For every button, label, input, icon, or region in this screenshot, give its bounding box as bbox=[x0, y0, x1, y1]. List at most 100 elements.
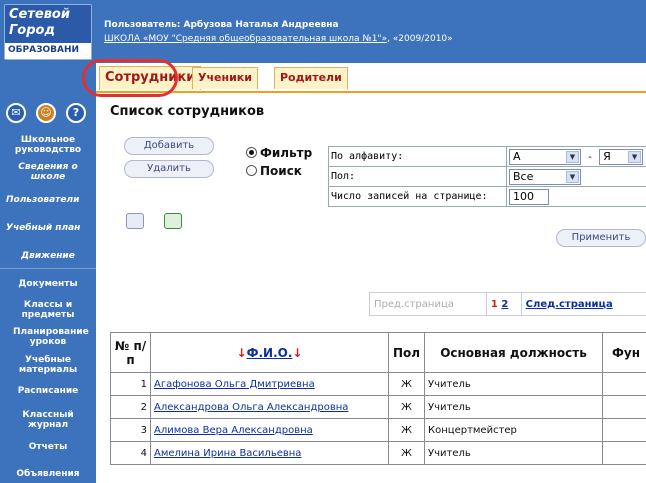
chevron-down-icon: ▼ bbox=[566, 170, 579, 183]
col-num-header: № п/п bbox=[110, 332, 151, 373]
sex-value: Все bbox=[513, 169, 534, 183]
selected-tab-highlight bbox=[82, 59, 178, 97]
sidebar-item-documents[interactable]: Документы bbox=[0, 279, 96, 289]
table-row: 3 Алимова Вера Александровна Ж Концертмейст… bbox=[110, 418, 646, 442]
table-row: 2 Александрова Ольга Александровна Ж Учител… bbox=[110, 395, 646, 419]
col-func-header: Фун bbox=[602, 332, 646, 373]
sidebar-item-movement[interactable]: Движение bbox=[0, 251, 96, 261]
sidebar-item-materials[interactable]: Учебные материалы bbox=[0, 355, 96, 375]
chevron-down-icon: ▼ bbox=[566, 150, 579, 163]
sidebar-item-planning[interactable]: Планирование уроков bbox=[0, 327, 96, 347]
row-num: 2 bbox=[110, 395, 151, 419]
filter-table: По алфавиту: А ▼ - Я ▼ Пол: Все ▼ Число зап… bbox=[328, 146, 646, 207]
apply-button[interactable]: Применить bbox=[556, 229, 646, 247]
mail-icon[interactable]: ✉ bbox=[6, 103, 26, 123]
delete-button[interactable]: Удалить bbox=[124, 160, 214, 178]
sidebar-item-label: Планирование уроков bbox=[13, 327, 89, 347]
pager: Пред.страница 1 2 След.страница bbox=[369, 292, 646, 316]
print-icon[interactable] bbox=[126, 213, 144, 229]
sidebar-item-label: Объявления bbox=[16, 469, 80, 479]
sidebar-divider bbox=[0, 268, 96, 269]
sidebar-item-users[interactable]: Пользователи bbox=[0, 195, 96, 205]
sex-select[interactable]: Все ▼ bbox=[509, 168, 581, 185]
sidebar-item-label: Пользователи bbox=[6, 195, 80, 205]
row-sex: Ж bbox=[388, 418, 425, 442]
logo-line-1: Сетевой bbox=[9, 7, 70, 22]
school-year: , «2009/2010» bbox=[387, 34, 453, 44]
radio-empty-icon bbox=[246, 165, 257, 176]
sidebar-item-reports[interactable]: Отчеты bbox=[0, 442, 96, 452]
row-name: Алимова Вера Александровна bbox=[150, 418, 389, 442]
user-name: Пользователь: Арбузова Наталья Андреевна bbox=[104, 20, 339, 30]
row-func bbox=[602, 418, 646, 442]
next-page-link[interactable]: След.страница bbox=[526, 299, 613, 310]
tab-students[interactable]: Ученики bbox=[192, 67, 258, 89]
employee-name-link[interactable]: Амелина Ирина Васильевна bbox=[154, 448, 301, 459]
alpha-filter-cell: А ▼ - Я ▼ bbox=[506, 146, 646, 167]
page-numbers: 1 2 bbox=[485, 292, 522, 316]
row-position: Концертмейстер bbox=[424, 418, 603, 442]
col-position-header: Основная должность bbox=[424, 332, 603, 373]
excel-icon[interactable] bbox=[164, 213, 182, 229]
sex-filter-label: Пол: bbox=[328, 166, 507, 187]
row-name: Агафонова Ольга Дмитриевна bbox=[150, 372, 389, 396]
logo-line-2: Город bbox=[9, 23, 55, 38]
alpha-to-select[interactable]: Я ▼ bbox=[599, 148, 644, 165]
forum-icon[interactable]: ☺ bbox=[36, 103, 56, 123]
sort-arrow-icon: ↓ bbox=[236, 345, 247, 360]
table-row: 4 Амелина Ирина Васильевна Ж Учитель bbox=[110, 441, 646, 465]
alpha-to-value: Я bbox=[603, 149, 611, 163]
employee-name-link[interactable]: Алимова Вера Александровна bbox=[154, 425, 313, 436]
prev-page-link: Пред.страница bbox=[369, 292, 487, 316]
page-title: Список сотрудников bbox=[110, 104, 265, 119]
sidebar-item-announcements[interactable]: Объявления bbox=[0, 469, 96, 479]
sidebar-item-journal[interactable]: Классный журнал bbox=[0, 410, 96, 430]
row-position: Учитель bbox=[424, 395, 603, 419]
per-page-label: Число записей на странице: bbox=[328, 186, 507, 207]
tab-parents[interactable]: Родители bbox=[274, 67, 348, 89]
row-func bbox=[602, 441, 646, 465]
sidebar-item-school-info[interactable]: Сведения о школе bbox=[0, 162, 96, 182]
search-radio[interactable]: Поиск bbox=[246, 164, 302, 178]
filter-radio-label: Фильтр bbox=[260, 146, 313, 160]
staff-table: № п/п ↓Ф.И.О.↓ Пол Основная должность Фу… bbox=[110, 332, 646, 465]
next-page-cell: След.страница bbox=[520, 292, 646, 316]
row-func bbox=[602, 372, 646, 396]
alpha-from-select[interactable]: А ▼ bbox=[509, 148, 581, 165]
sidebar-icons: ✉ ☺ ? bbox=[6, 103, 92, 125]
alpha-from-value: А bbox=[513, 149, 521, 163]
school-link[interactable]: ШКОЛА «МОУ "Средняя общеобразовательная … bbox=[104, 34, 387, 44]
sidebar-item-label: Сведения о школе bbox=[18, 162, 78, 182]
tab-bar: Сотрудники Ученики Родители bbox=[96, 63, 646, 93]
sidebar-item-label: Движение bbox=[21, 251, 75, 261]
sort-name-link[interactable]: Ф.И.О. bbox=[247, 346, 293, 360]
radio-selected-icon bbox=[246, 147, 257, 158]
sort-arrow-icon: ↓ bbox=[292, 345, 303, 360]
help-icon[interactable]: ? bbox=[66, 103, 86, 123]
chevron-down-icon: ▼ bbox=[628, 150, 642, 163]
employee-name-link[interactable]: Агафонова Ольга Дмитриевна bbox=[154, 379, 315, 390]
sidebar-item-management[interactable]: Школьное руководство bbox=[0, 135, 96, 155]
sidebar-item-schedule[interactable]: Расписание bbox=[0, 386, 96, 396]
row-name: Александрова Ольга Александровна bbox=[150, 395, 389, 419]
page-2-link[interactable]: 2 bbox=[501, 299, 508, 310]
sidebar-item-classes[interactable]: Классы и предметы bbox=[0, 300, 96, 320]
per-page-input[interactable]: 100 bbox=[509, 188, 549, 205]
sex-filter-cell: Все ▼ bbox=[506, 166, 646, 187]
per-page-cell: 100 bbox=[506, 186, 646, 207]
sidebar-item-label: Отчеты bbox=[28, 442, 68, 452]
row-sex: Ж bbox=[388, 395, 425, 419]
add-button[interactable]: Добавить bbox=[124, 137, 214, 155]
logo[interactable]: Сетевой Город ОБРАЗОВАНИ bbox=[4, 4, 92, 60]
sidebar-item-curriculum[interactable]: Учебный план bbox=[0, 223, 96, 233]
sidebar-item-label: Классный журнал bbox=[22, 410, 74, 430]
alpha-filter-label: По алфавиту: bbox=[328, 146, 507, 167]
sidebar-item-label: Учебный план bbox=[6, 223, 81, 233]
filter-radio[interactable]: Фильтр bbox=[246, 146, 312, 160]
search-radio-label: Поиск bbox=[260, 164, 302, 178]
sidebar-item-label: Классы и предметы bbox=[21, 300, 75, 320]
employee-name-link[interactable]: Александрова Ольга Александровна bbox=[154, 402, 348, 413]
col-name-header[interactable]: ↓Ф.И.О.↓ bbox=[150, 332, 389, 373]
alpha-separator: - bbox=[587, 151, 594, 163]
sidebar-item-label: Учебные материалы bbox=[18, 355, 78, 375]
